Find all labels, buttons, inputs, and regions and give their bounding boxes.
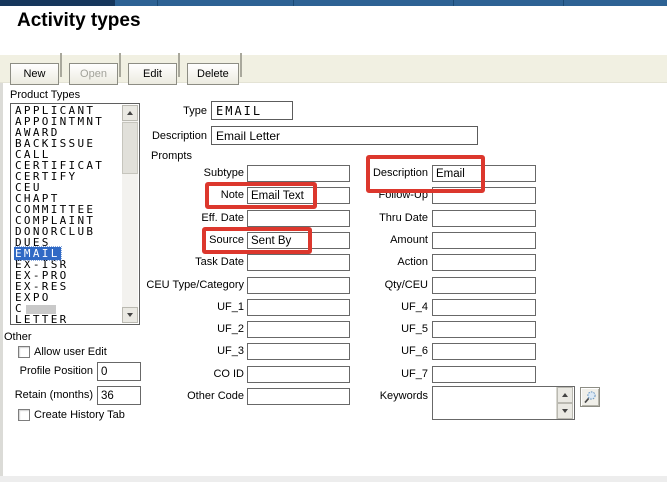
amount-label: Amount [228,234,428,246]
uf-6-field[interactable] [432,343,536,360]
top-edge-separator [157,0,158,6]
subtype-label: Subtype [44,167,244,179]
toolbar-divider [240,53,242,77]
toolbar-divider [60,53,62,77]
uf-7-label: UF_7 [228,368,428,380]
note-label: Note [44,189,244,201]
toolbar-buttons: New Open Edit Delete [10,53,249,85]
down-arrow-icon [562,409,568,413]
other-section-label: Other [4,331,32,343]
thru-date-field[interactable] [432,210,536,227]
uf-3-label: UF_3 [44,345,244,357]
product-types-label: Product Types [10,89,80,101]
toolbar: New Open Edit Delete [0,55,667,83]
source-label: Source [44,234,244,246]
up-arrow-icon [562,393,568,397]
create-history-tab-label: Create History Tab [34,409,125,421]
magnifier-icon [583,390,597,404]
top-edge-separator [563,0,564,6]
new-button[interactable]: New [10,63,59,85]
uf-2-label: UF_2 [44,323,244,335]
task-date-label: Task Date [44,256,244,268]
follow-up-field[interactable] [432,187,536,204]
allow-user-edit-checkbox[interactable] [18,346,30,358]
uf-5-label: UF_5 [228,323,428,335]
toolbar-divider [119,53,121,77]
action-field[interactable] [432,254,536,271]
follow-up-label: Follow-Up [228,189,428,201]
description-field[interactable] [432,165,536,182]
co-id-label: CO ID [44,368,244,380]
qty-ceu-label: Qty/CEU [228,279,428,291]
left-edge-strip [0,83,3,476]
keywords-scroll-down-button[interactable] [557,403,573,419]
keywords-scrollbar[interactable] [556,387,574,419]
qty-ceu-field[interactable] [432,277,536,294]
keywords-scroll-up-button[interactable] [557,387,573,403]
page-title: Activity types [17,10,141,32]
ceu-type-category-label: CEU Type/Category [44,279,244,291]
uf-4-field[interactable] [432,299,536,316]
description-label: Description [107,130,207,142]
top-edge-separator [293,0,294,6]
type-field[interactable] [211,101,293,120]
uf-1-label: UF_1 [44,301,244,313]
top-edge-separator [453,0,454,6]
eff-date-label: Eff. Date [44,212,244,224]
thru-date-label: Thru Date [228,212,428,224]
delete-button[interactable]: Delete [187,63,239,85]
amount-field[interactable] [432,232,536,249]
window-top-edge [0,0,667,6]
list-item-letter[interactable]: LETTER [14,314,122,323]
open-button[interactable]: Open [69,63,118,85]
top-edge-dark-segment [0,0,115,6]
prompts-section-label: Prompts [151,150,192,162]
keywords-field[interactable] [432,386,575,420]
list-item-label: LETTER [14,313,70,323]
keywords-lookup-button[interactable] [580,387,600,407]
type-label: Type [107,105,207,117]
edit-button[interactable]: Edit [128,63,177,85]
uf-6-label: UF_6 [228,345,428,357]
create-history-tab-checkbox[interactable] [18,409,30,421]
description-label: Description [228,167,428,179]
action-label: Action [228,256,428,268]
other-code-label: Other Code [44,390,244,402]
down-arrow-icon [127,313,133,317]
toolbar-divider [178,53,180,77]
uf-5-field[interactable] [432,321,536,338]
description-field[interactable] [211,126,478,145]
uf-7-field[interactable] [432,366,536,383]
keywords-label: Keywords [228,390,428,402]
uf-4-label: UF_4 [228,301,428,313]
bottom-edge-strip [0,476,667,482]
